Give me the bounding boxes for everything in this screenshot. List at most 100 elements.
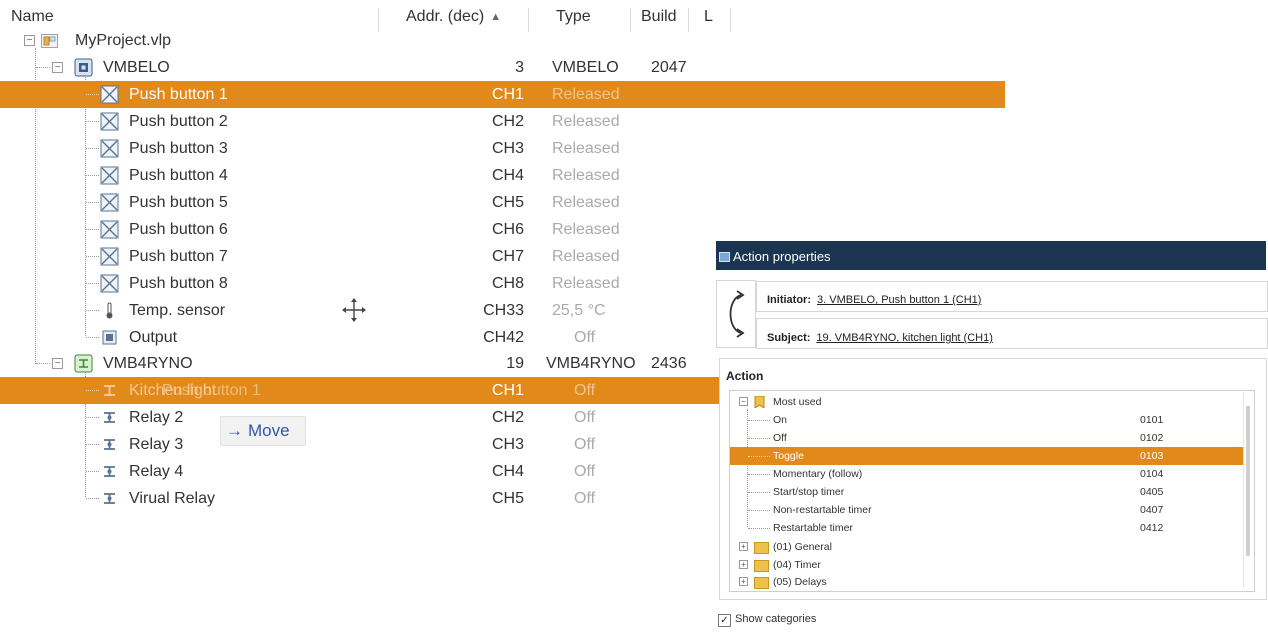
tree-line [86, 444, 99, 445]
tree-channel-row[interactable]: Relay 2 CH2 Off [0, 404, 710, 431]
collapse-icon[interactable]: − [52, 62, 63, 73]
address-cell: 3 [515, 59, 524, 76]
action-item[interactable]: Toggle 0103 [730, 447, 1244, 465]
tree-channel-row[interactable]: Push button 4 CH4 Released [0, 162, 1005, 189]
bookmark-icon [754, 396, 765, 408]
relay-icon [104, 385, 115, 396]
action-item[interactable]: Restartable timer 0412 [730, 519, 1244, 537]
action-item[interactable]: Start/stop timer 0405 [730, 483, 1244, 501]
tree-line [86, 121, 99, 122]
folder-icon [754, 560, 769, 572]
action-item[interactable]: On 0101 [730, 411, 1244, 429]
relay-icon [104, 466, 115, 477]
address-cell: CH4 [491, 167, 524, 184]
tree-channel-row[interactable]: Push button 7 CH7 Released [0, 243, 710, 270]
action-item[interactable]: Non-restartable timer 0407 [730, 501, 1244, 519]
subject-field[interactable]: Subject: 19. VMB4RYNO, kitchen light (CH1… [756, 318, 1268, 349]
relay-icon [104, 439, 115, 450]
action-item-label: Momentary (follow) [773, 468, 863, 480]
tree-item-label: Virual Relay [129, 490, 215, 507]
tree-item-label: Push button 1 [129, 86, 228, 103]
push-button-icon [100, 166, 119, 185]
type-cell: Off [574, 463, 596, 480]
tree-item-label: Push button 4 [129, 167, 228, 184]
swap-direction-icon[interactable] [723, 289, 749, 339]
tree-line [86, 390, 99, 391]
type-cell: Released [552, 194, 620, 211]
tree-channel-row[interactable]: Push button 2 CH2 Released [0, 108, 1005, 135]
action-list-scrollbar[interactable] [1243, 392, 1253, 588]
action-item-code: 0405 [1140, 486, 1164, 498]
type-cell: VMB4RYNO [546, 355, 636, 372]
collapse-icon[interactable]: − [739, 397, 748, 406]
expand-icon[interactable]: + [739, 577, 748, 586]
collapse-icon[interactable]: − [52, 358, 63, 369]
type-cell: Off [574, 409, 596, 426]
address-cell: CH4 [491, 463, 524, 480]
action-item-code: 0104 [1140, 468, 1164, 480]
action-category-row[interactable]: + (01) General [730, 538, 1244, 556]
tree-project-row[interactable]: − MyProject.vlp [0, 27, 1005, 54]
tree-channel-row[interactable]: Push button 8 CH8 Released [0, 270, 710, 297]
tree-channel-row[interactable]: Push button 6 CH6 Released [0, 216, 1005, 243]
address-cell: CH3 [491, 436, 524, 453]
tree-channel-row[interactable]: Virual Relay CH5 Off [0, 485, 710, 512]
action-item-code: 0103 [1140, 450, 1164, 462]
tree-line [748, 420, 770, 421]
tree-channel-row[interactable]: Push button 3 CH3 Released [0, 135, 1005, 162]
initiator-label: Initiator: [767, 294, 811, 306]
push-button-icon [100, 220, 119, 239]
subject-link[interactable]: 19. VMB4RYNO, kitchen light (CH1) [816, 332, 992, 344]
action-tree-list[interactable]: − Most used On 0101 Off 0102 Toggle 0103… [729, 390, 1255, 592]
action-item[interactable]: Momentary (follow) 0104 [730, 465, 1244, 483]
push-button-icon [100, 139, 119, 158]
relay-module-icon [74, 354, 93, 373]
tree-line [86, 471, 99, 472]
tree-item-label: Temp. sensor [129, 302, 226, 319]
expand-icon[interactable]: + [739, 560, 748, 569]
action-category-row[interactable]: + (04) Timer [730, 556, 1244, 574]
action-item[interactable]: Off 0102 [730, 429, 1244, 447]
tree-channel-row[interactable]: Relay 4 CH4 Off [0, 458, 710, 485]
action-category-label: (01) General [773, 541, 832, 553]
initiator-link[interactable]: 3. VMBELO, Push button 1 (CH1) [817, 294, 981, 306]
scrollbar-thumb[interactable] [1246, 406, 1250, 556]
tree-module-row[interactable]: − VMBELO 3 VMBELO 2047 [0, 54, 1005, 81]
type-cell: Released [552, 113, 620, 130]
initiator-field[interactable]: Initiator: 3. VMBELO, Push button 1 (CH1) [756, 281, 1268, 312]
tree-line [748, 492, 770, 493]
tree-channel-row[interactable]: Output CH42 Off [0, 324, 710, 351]
action-item-code: 0102 [1140, 432, 1164, 444]
tree-line [86, 202, 99, 203]
tree-line [86, 148, 99, 149]
tree-channel-row[interactable]: Push button 1 CH1 Released [0, 81, 1005, 108]
push-button-icon [100, 193, 119, 212]
tree-channel-row[interactable]: Relay 3 CH3 Off [0, 431, 710, 458]
show-categories-label: Show categories [735, 613, 817, 625]
tree-line [86, 337, 99, 338]
tree-item-label: Push button 8 [129, 275, 228, 292]
build-cell: 2436 [651, 355, 687, 372]
tree-channel-row[interactable]: Push button 5 CH5 Released [0, 189, 1005, 216]
address-cell: CH2 [491, 113, 524, 130]
tree-item-label: Relay 4 [129, 463, 184, 480]
type-cell: Released [552, 221, 620, 238]
tree-line [748, 474, 770, 475]
action-properties-title-bar[interactable]: Action properties [716, 241, 1266, 270]
expand-icon[interactable]: + [739, 542, 748, 551]
action-category-row[interactable]: − Most used [730, 393, 1244, 411]
address-cell: CH7 [491, 248, 524, 265]
action-item-label: Toggle [773, 450, 804, 462]
action-category-row[interactable]: + (05) Delays [730, 573, 1244, 591]
collapse-icon[interactable]: − [24, 35, 35, 46]
push-button-icon [100, 112, 119, 131]
module-icon [74, 58, 93, 77]
tree-item-label: Relay 3 [129, 436, 184, 453]
address-cell: CH2 [491, 409, 524, 426]
thermometer-icon [106, 302, 113, 319]
action-category-label: (04) Timer [773, 559, 821, 571]
tree-item-label: Relay 2 [129, 409, 184, 426]
action-category-label: (05) Delays [773, 576, 827, 588]
tree-module-row[interactable]: − VMB4RYNO 19 VMB4RYNO 2436 [0, 350, 710, 377]
show-categories-checkbox[interactable]: ✓ [718, 614, 731, 627]
